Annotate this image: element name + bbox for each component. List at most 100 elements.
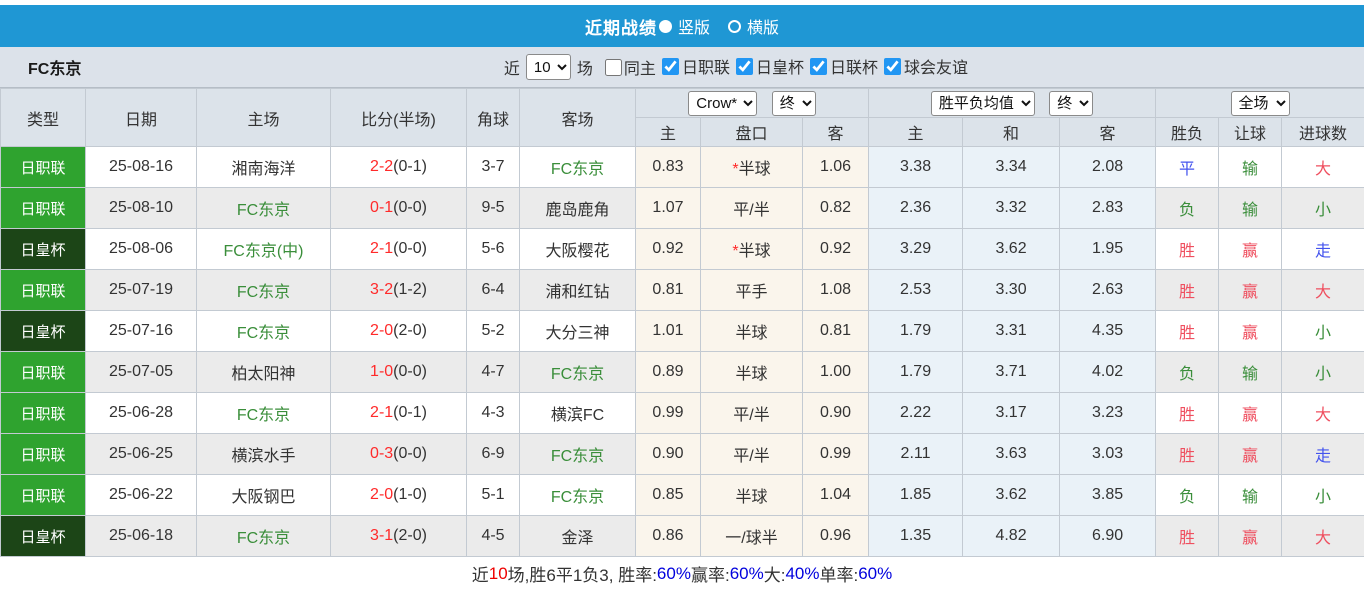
page-title: 近期战绩 (585, 14, 657, 39)
radio-horizontal-label[interactable]: 横版 (747, 14, 779, 38)
outcome-goals-cell: 大 (1282, 516, 1364, 557)
europe-odds-source-select[interactable]: 胜平负均值 (931, 91, 1035, 116)
summary-segment: 60% (730, 564, 764, 584)
outcome-handicap-cell: 输 (1219, 188, 1282, 229)
competition-label-3[interactable]: 球会友谊 (904, 54, 968, 78)
away-team-cell: 金泽 (520, 516, 636, 557)
home-team-cell: FC东京 (197, 393, 331, 434)
handicap-home-odds-cell: 0.81 (636, 270, 701, 311)
outcome-winloss-cell: 胜 (1156, 434, 1219, 475)
corners-cell: 5-1 (467, 475, 520, 516)
europe-away-odds-cell: 1.95 (1060, 229, 1156, 270)
league-type-cell: 日皇杯 (1, 516, 86, 557)
europe-away-odds-cell: 3.85 (1060, 475, 1156, 516)
home-team-cell: 湘南海洋 (197, 147, 331, 188)
handicap-away-odds-cell: 0.92 (803, 229, 869, 270)
subheader-outcome-handicap: 让球 (1219, 118, 1282, 147)
europe-away-odds-cell: 2.08 (1060, 147, 1156, 188)
europe-odds-time-select[interactable]: 终 (1049, 91, 1093, 116)
table-row: 日皇杯25-06-18FC东京3-1(2-0)4-5金泽0.86一/球半0.96… (1, 516, 1364, 557)
same-home-checkbox[interactable] (605, 59, 622, 76)
outcome-handicap-cell: 输 (1219, 147, 1282, 188)
handicap-line-cell: *半球 (701, 147, 803, 188)
away-team-cell: FC东京 (520, 147, 636, 188)
handicap-line-cell: 一/球半 (701, 516, 803, 557)
table-row: 日职联25-08-16湘南海洋2-2(0-1)3-7FC东京0.83*半球1.0… (1, 147, 1364, 188)
away-team-cell: 大分三神 (520, 311, 636, 352)
score-cell: 2-1(0-1) (331, 393, 467, 434)
outcome-goals-cell: 走 (1282, 229, 1364, 270)
score-cell: 2-0(2-0) (331, 311, 467, 352)
league-type-cell: 日职联 (1, 434, 86, 475)
handicap-away-odds-cell: 0.82 (803, 188, 869, 229)
handicap-away-odds-cell: 1.04 (803, 475, 869, 516)
competition-filter: 球会友谊 (878, 54, 968, 78)
date-cell: 25-06-18 (86, 516, 197, 557)
competition-label-0[interactable]: 日职联 (682, 54, 730, 78)
scope-select[interactable]: 全场 (1231, 91, 1290, 116)
europe-away-odds-cell: 2.63 (1060, 270, 1156, 311)
handicap-away-odds-cell: 1.08 (803, 270, 869, 311)
title-bar: 近期战绩 竖版 横版 (0, 5, 1364, 47)
home-team-cell: 柏太阳神 (197, 352, 331, 393)
europe-draw-odds-cell: 3.17 (963, 393, 1060, 434)
competition-checkbox-3[interactable] (884, 58, 901, 75)
handicap-time-select[interactable]: 终 (772, 91, 816, 116)
outcome-handicap-cell: 赢 (1219, 270, 1282, 311)
header-date: 日期 (86, 89, 197, 147)
date-cell: 25-06-28 (86, 393, 197, 434)
radio-vertical-label[interactable]: 竖版 (678, 14, 710, 38)
europe-draw-odds-cell: 3.62 (963, 475, 1060, 516)
radio-horizontal-icon[interactable] (728, 20, 741, 33)
date-cell: 25-06-25 (86, 434, 197, 475)
header-score: 比分(半场) (331, 89, 467, 147)
same-home-label[interactable]: 同主 (624, 55, 656, 79)
score-cell: 3-2(1-2) (331, 270, 467, 311)
outcome-winloss-cell: 胜 (1156, 270, 1219, 311)
handicap-source-select[interactable]: Crow* (688, 91, 757, 116)
handicap-home-odds-cell: 0.86 (636, 516, 701, 557)
home-team-cell: FC东京 (197, 270, 331, 311)
outcome-goals-cell: 小 (1282, 188, 1364, 229)
europe-home-odds-cell: 2.53 (869, 270, 963, 311)
home-team-cell: FC东京 (197, 516, 331, 557)
europe-home-odds-cell: 3.38 (869, 147, 963, 188)
recent-count-select[interactable]: 10 (526, 54, 571, 80)
table-row: 日职联25-06-25横滨水手0-3(0-0)6-9FC东京0.90平/半0.9… (1, 434, 1364, 475)
header-away: 客场 (520, 89, 636, 147)
league-type-cell: 日职联 (1, 188, 86, 229)
league-type-cell: 日职联 (1, 270, 86, 311)
header-home: 主场 (197, 89, 331, 147)
header-type: 类型 (1, 89, 86, 147)
europe-away-odds-cell: 2.83 (1060, 188, 1156, 229)
home-team-cell: FC东京 (197, 311, 331, 352)
outcome-goals-cell: 小 (1282, 352, 1364, 393)
handicap-home-odds-cell: 0.83 (636, 147, 701, 188)
subheader-eu-away: 客 (1060, 118, 1156, 147)
team-name: FC东京 (28, 55, 81, 79)
europe-draw-odds-cell: 3.34 (963, 147, 1060, 188)
outcome-handicap-cell: 输 (1219, 475, 1282, 516)
outcome-handicap-cell: 赢 (1219, 229, 1282, 270)
subheader-ah-home: 主 (636, 118, 701, 147)
europe-away-odds-cell: 4.35 (1060, 311, 1156, 352)
europe-away-odds-cell: 6.90 (1060, 516, 1156, 557)
competition-label-1[interactable]: 日皇杯 (756, 54, 804, 78)
outcome-handicap-cell: 赢 (1219, 393, 1282, 434)
score-cell: 2-1(0-0) (331, 229, 467, 270)
handicap-line-cell: 平/半 (701, 393, 803, 434)
outcome-goals-cell: 小 (1282, 311, 1364, 352)
competition-checkbox-0[interactable] (662, 58, 679, 75)
competition-filter: 日联杯 (804, 54, 878, 78)
outcome-winloss-cell: 胜 (1156, 229, 1219, 270)
score-cell: 3-1(2-0) (331, 516, 467, 557)
date-cell: 25-07-19 (86, 270, 197, 311)
competition-checkbox-1[interactable] (736, 58, 753, 75)
score-cell: 1-0(0-0) (331, 352, 467, 393)
table-row: 日皇杯25-07-16FC东京2-0(2-0)5-2大分三神1.01半球0.81… (1, 311, 1364, 352)
competition-checkbox-2[interactable] (810, 58, 827, 75)
handicap-home-odds-cell: 1.01 (636, 311, 701, 352)
competition-label-2[interactable]: 日联杯 (830, 54, 878, 78)
radio-vertical-selected-icon[interactable] (659, 20, 672, 33)
handicap-away-odds-cell: 0.96 (803, 516, 869, 557)
